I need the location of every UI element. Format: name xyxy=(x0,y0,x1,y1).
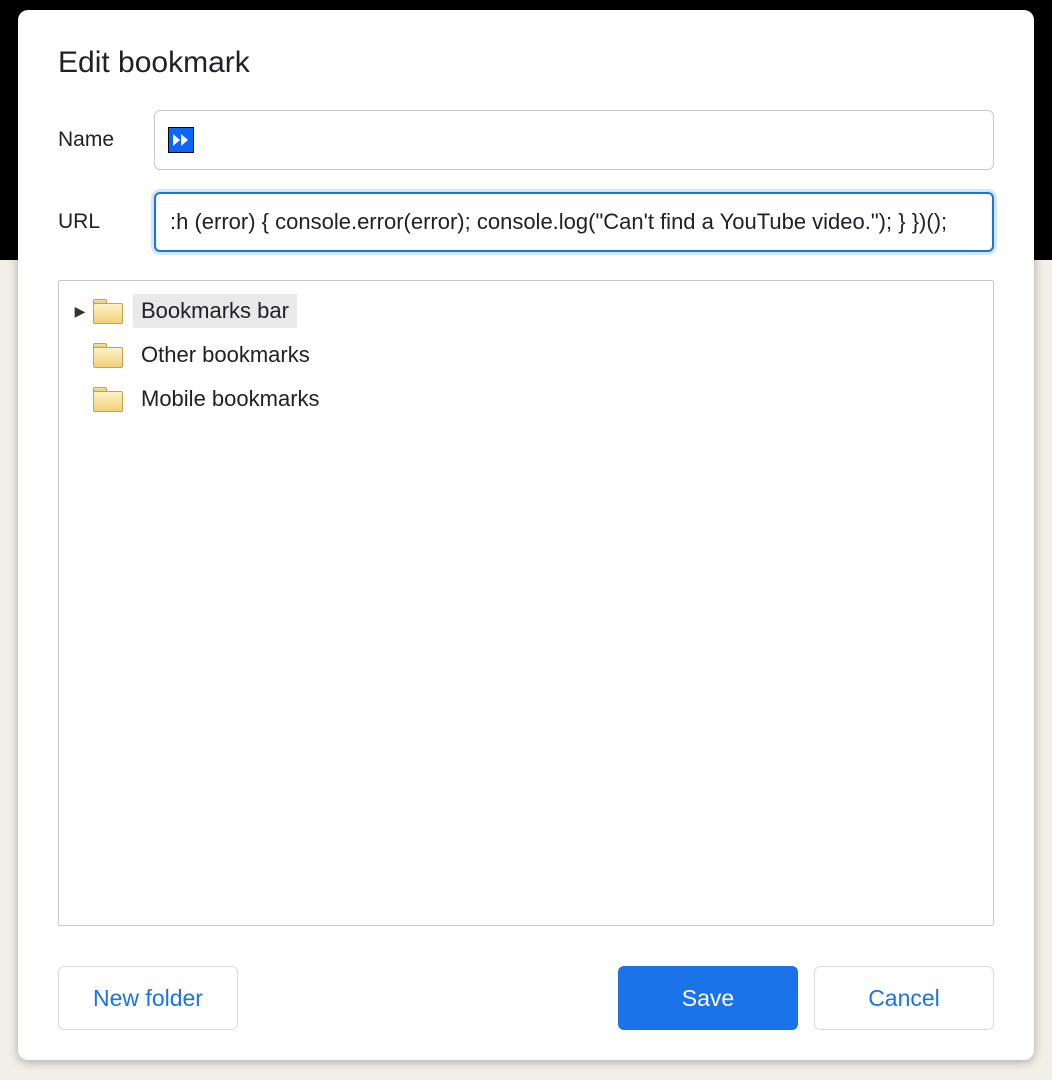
folder-icon xyxy=(93,299,123,323)
dialog-title: Edit bookmark xyxy=(58,46,994,80)
folder-label: Bookmarks bar xyxy=(133,294,297,328)
chevron-right-icon[interactable]: ▶ xyxy=(71,303,89,320)
name-label: Name xyxy=(58,128,154,152)
folder-label: Other bookmarks xyxy=(133,338,318,372)
folder-bookmarks-bar[interactable]: ▶ Bookmarks bar xyxy=(63,289,989,333)
folder-icon xyxy=(93,343,123,367)
dialog-button-row: New folder Save Cancel xyxy=(58,966,994,1030)
folder-icon xyxy=(93,387,123,411)
save-button[interactable]: Save xyxy=(618,966,798,1030)
cancel-button[interactable]: Cancel xyxy=(814,966,994,1030)
folder-other-bookmarks[interactable]: Other bookmarks xyxy=(63,333,989,377)
edit-bookmark-dialog: Edit bookmark Name URL ▶ Bookmarks bar O… xyxy=(18,10,1034,1060)
name-row: Name xyxy=(58,110,994,170)
url-input[interactable] xyxy=(154,192,994,252)
url-label: URL xyxy=(58,210,154,234)
folder-label: Mobile bookmarks xyxy=(133,382,328,416)
fast-forward-icon xyxy=(168,127,194,153)
name-input[interactable] xyxy=(154,110,994,170)
folder-mobile-bookmarks[interactable]: Mobile bookmarks xyxy=(63,377,989,421)
url-row: URL xyxy=(58,192,994,252)
folder-tree[interactable]: ▶ Bookmarks bar Other bookmarks Mobile b… xyxy=(58,280,994,926)
new-folder-button[interactable]: New folder xyxy=(58,966,238,1030)
